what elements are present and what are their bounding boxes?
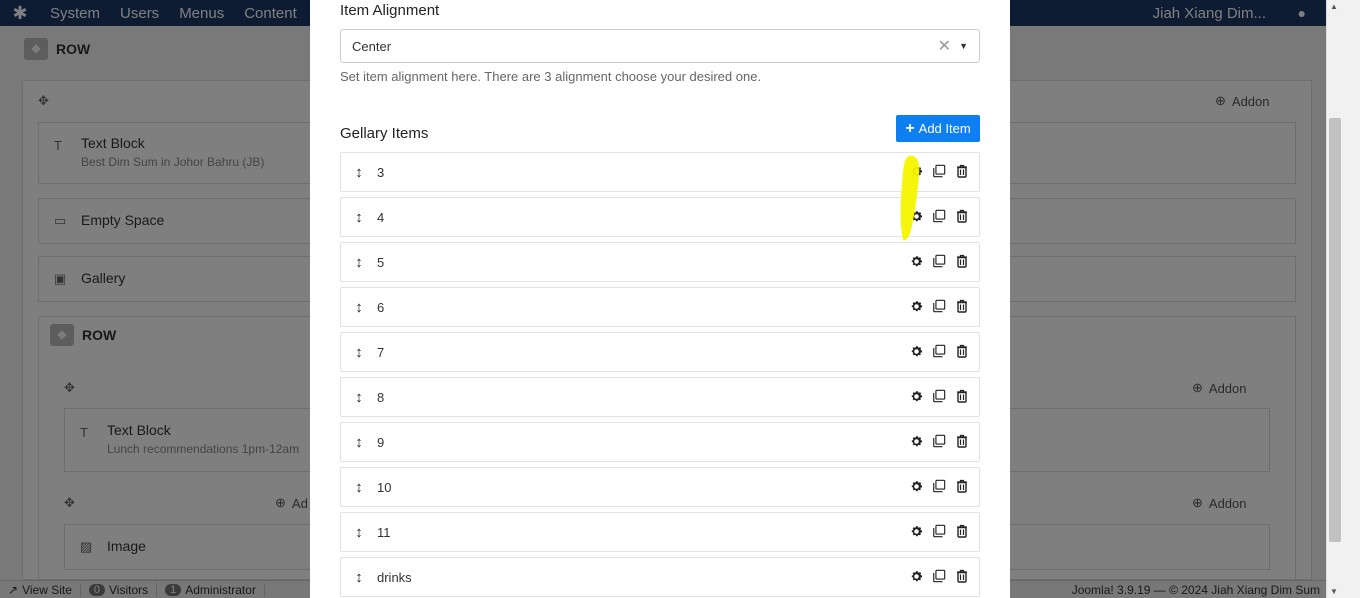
drag-handle-icon[interactable]: ↕ [341, 434, 377, 451]
gallery-item-row[interactable]: ↕ 4 [340, 197, 980, 237]
gear-icon[interactable] [908, 252, 924, 270]
gear-icon[interactable] [908, 387, 924, 405]
gallery-item-title: drinks [377, 569, 412, 585]
gear-icon[interactable] [908, 477, 924, 495]
scrollbar-thumb[interactable] [1329, 118, 1341, 542]
plus-icon: + [905, 119, 915, 137]
gallery-item-title: 9 [377, 434, 385, 450]
copy-icon[interactable] [931, 207, 947, 225]
item-alignment-help: Set item alignment here. There are 3 ali… [340, 69, 762, 84]
item-actions [908, 387, 970, 405]
clear-icon[interactable]: ✕ [938, 36, 951, 56]
copy-icon[interactable] [931, 567, 947, 585]
drag-handle-icon[interactable]: ↕ [341, 569, 377, 586]
gallery-item-row[interactable]: ↕ 7 [340, 332, 980, 372]
trash-icon[interactable] [954, 387, 970, 405]
item-actions [908, 207, 970, 225]
item-actions [908, 522, 970, 540]
page-scrollbar[interactable]: ▲ ▼ [1326, 0, 1360, 598]
add-item-label: Add Item [918, 121, 971, 136]
add-item-button[interactable]: + Add Item [896, 115, 980, 142]
trash-icon[interactable] [954, 207, 970, 225]
gallery-item-title: 11 [377, 524, 391, 540]
gear-icon[interactable] [908, 522, 924, 540]
gallery-item-row[interactable]: ↕ 10 [340, 467, 980, 507]
item-actions [908, 252, 970, 270]
trash-icon[interactable] [954, 477, 970, 495]
gallery-item-title: 3 [377, 164, 385, 180]
item-alignment-value: Center [352, 38, 392, 54]
item-actions [908, 162, 970, 180]
gallery-item-title: 5 [377, 254, 385, 270]
trash-icon[interactable] [954, 522, 970, 540]
gallery-item-title: 10 [377, 479, 392, 495]
drag-handle-icon[interactable]: ↕ [341, 524, 377, 541]
scroll-up-icon[interactable]: ▲ [1330, 2, 1338, 11]
drag-handle-icon[interactable]: ↕ [341, 209, 377, 226]
gear-icon[interactable] [908, 567, 924, 585]
trash-icon[interactable] [954, 432, 970, 450]
gallery-item-row[interactable]: ↕ drinks [340, 557, 980, 597]
gallery-item-title: 8 [377, 389, 385, 405]
item-actions [908, 342, 970, 360]
copy-icon[interactable] [931, 252, 947, 270]
trash-icon[interactable] [954, 297, 970, 315]
gallery-item-row[interactable]: ↕ 9 [340, 422, 980, 462]
gear-icon[interactable] [908, 432, 924, 450]
item-alignment-label: Item Alignment [340, 2, 440, 19]
trash-icon[interactable] [954, 162, 970, 180]
gear-icon[interactable] [908, 162, 924, 180]
chevron-down-icon[interactable]: ▼ [959, 41, 968, 51]
copy-icon[interactable] [931, 297, 947, 315]
gear-icon[interactable] [908, 297, 924, 315]
gallery-item-row[interactable]: ↕ 11 [340, 512, 980, 552]
copy-icon[interactable] [931, 342, 947, 360]
gallery-items-title: Gellary Items [340, 125, 429, 142]
trash-icon[interactable] [954, 342, 970, 360]
item-alignment-select[interactable]: Center ✕ ▼ [340, 29, 980, 63]
item-actions [908, 477, 970, 495]
trash-icon[interactable] [954, 252, 970, 270]
copy-icon[interactable] [931, 522, 947, 540]
gallery-item-row[interactable]: ↕ 6 [340, 287, 980, 327]
drag-handle-icon[interactable]: ↕ [341, 389, 377, 406]
drag-handle-icon[interactable]: ↕ [341, 479, 377, 496]
gallery-item-row[interactable]: ↕ 3 [340, 152, 980, 192]
gear-icon[interactable] [908, 207, 924, 225]
item-actions [908, 297, 970, 315]
gallery-item-row[interactable]: ↕ 8 [340, 377, 980, 417]
drag-handle-icon[interactable]: ↕ [341, 164, 377, 181]
trash-icon[interactable] [954, 567, 970, 585]
gallery-settings-modal: Item Alignment Center ✕ ▼ Set item align… [310, 0, 1010, 598]
gallery-item-row[interactable]: ↕ 5 [340, 242, 980, 282]
gear-icon[interactable] [908, 342, 924, 360]
gallery-item-title: 4 [377, 209, 385, 225]
copy-icon[interactable] [931, 162, 947, 180]
gallery-items-list: ↕ 3 ↕ 4 ↕ 5 ↕ 6 ↕ 7 ↕ 8 ↕ 9 ↕ 10 ↕ 11 ↕ drinks [340, 152, 980, 598]
drag-handle-icon[interactable]: ↕ [341, 299, 377, 316]
drag-handle-icon[interactable]: ↕ [341, 254, 377, 271]
drag-handle-icon[interactable]: ↕ [341, 344, 377, 361]
copy-icon[interactable] [931, 477, 947, 495]
gallery-item-title: 6 [377, 299, 385, 315]
item-actions [908, 567, 970, 585]
copy-icon[interactable] [931, 432, 947, 450]
gallery-item-title: 7 [377, 344, 385, 360]
item-actions [908, 432, 970, 450]
copy-icon[interactable] [931, 387, 947, 405]
scroll-down-icon[interactable]: ▼ [1330, 587, 1338, 596]
